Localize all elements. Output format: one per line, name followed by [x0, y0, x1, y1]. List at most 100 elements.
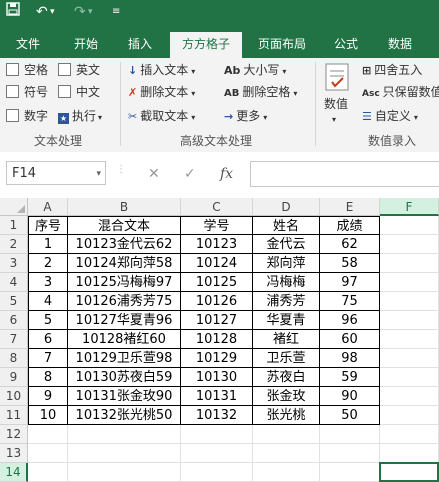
- row-header-8[interactable]: 8: [0, 349, 28, 368]
- insert-text-button[interactable]: ↓ 插入文本 ▾: [128, 62, 195, 80]
- cell-c11[interactable]: 10132: [181, 406, 253, 425]
- checkbox-number[interactable]: 数字: [6, 108, 48, 124]
- cell-b13[interactable]: [68, 444, 181, 463]
- cell-b14[interactable]: [68, 463, 181, 482]
- cell-f6[interactable]: [380, 311, 439, 330]
- tab-insert[interactable]: 插入: [120, 32, 160, 58]
- chevron-down-icon[interactable]: ▾: [96, 162, 101, 186]
- name-box[interactable]: F14 ▾: [6, 161, 106, 185]
- cell-b2[interactable]: 10123金代云62: [68, 235, 181, 254]
- cell-e10[interactable]: 90: [320, 387, 380, 406]
- column-header-e[interactable]: E: [320, 198, 380, 216]
- cell-e12[interactable]: [320, 425, 380, 444]
- column-header-a[interactable]: A: [28, 198, 68, 216]
- cell-b4[interactable]: 10125冯梅梅97: [68, 273, 181, 292]
- cancel-icon[interactable]: ✕: [148, 166, 160, 182]
- cell-c3[interactable]: 10124: [181, 254, 253, 273]
- cell-a6[interactable]: 5: [28, 311, 68, 330]
- cell-a7[interactable]: 6: [28, 330, 68, 349]
- row-header-3[interactable]: 3: [0, 254, 28, 273]
- undo-dropdown-icon[interactable]: ▾: [50, 2, 55, 22]
- table-header-cell[interactable]: 成绩: [320, 216, 380, 235]
- checkbox-symbol[interactable]: 符号: [6, 84, 48, 100]
- checkbox-chinese[interactable]: 中文: [58, 84, 100, 100]
- cell-e13[interactable]: [320, 444, 380, 463]
- cell-f5[interactable]: [380, 292, 439, 311]
- checkbox-space[interactable]: 空格: [6, 62, 48, 78]
- cell-e11[interactable]: 50: [320, 406, 380, 425]
- column-header-b[interactable]: B: [68, 198, 181, 216]
- column-header-c[interactable]: C: [181, 198, 253, 216]
- cell-a14[interactable]: [28, 463, 68, 482]
- cell-f7[interactable]: [380, 330, 439, 349]
- table-header-cell[interactable]: 姓名: [253, 216, 320, 235]
- cell-c14[interactable]: [181, 463, 253, 482]
- cell-b12[interactable]: [68, 425, 181, 444]
- save-icon[interactable]: [6, 2, 20, 22]
- cell-f13[interactable]: [380, 444, 439, 463]
- cell-c10[interactable]: 10131: [181, 387, 253, 406]
- cell-d6[interactable]: 华夏青: [253, 311, 320, 330]
- keep-values-button[interactable]: Asc 只保留数值: [362, 84, 439, 102]
- cell-f12[interactable]: [380, 425, 439, 444]
- extract-text-button[interactable]: ✂ 截取文本 ▾: [128, 108, 195, 126]
- tab-formulas[interactable]: 公式: [326, 32, 366, 58]
- confirm-icon[interactable]: ✓: [184, 166, 196, 182]
- row-header-2[interactable]: 2: [0, 235, 28, 254]
- column-header-d[interactable]: D: [253, 198, 320, 216]
- cell-f11[interactable]: [380, 406, 439, 425]
- cell-e8[interactable]: 98: [320, 349, 380, 368]
- row-header-10[interactable]: 10: [0, 387, 28, 406]
- cell-f1[interactable]: [380, 216, 439, 235]
- execute-button[interactable]: ★ 执行 ▾: [58, 108, 102, 126]
- cell-c2[interactable]: 10123: [181, 235, 253, 254]
- case-button[interactable]: Ab 大小写 ▾: [224, 62, 286, 80]
- row-header-4[interactable]: 4: [0, 273, 28, 292]
- tab-file[interactable]: 文件: [8, 32, 48, 58]
- tab-page-layout[interactable]: 页面布局: [252, 32, 312, 58]
- cell-a10[interactable]: 9: [28, 387, 68, 406]
- cell-d9[interactable]: 苏夜白: [253, 368, 320, 387]
- cell-d4[interactable]: 冯梅梅: [253, 273, 320, 292]
- custom-button[interactable]: ☰ 自定义 ▾: [362, 108, 418, 126]
- cell-d8[interactable]: 卫乐萱: [253, 349, 320, 368]
- cell-c12[interactable]: [181, 425, 253, 444]
- tab-fangfang[interactable]: 方方格子: [170, 32, 242, 58]
- row-header-5[interactable]: 5: [0, 292, 28, 311]
- round-button[interactable]: ⊞ 四舍五入: [362, 62, 422, 79]
- redo-icon[interactable]: ↷: [74, 2, 86, 22]
- cell-a9[interactable]: 8: [28, 368, 68, 387]
- cell-b9[interactable]: 10130苏夜白59: [68, 368, 181, 387]
- cell-b7[interactable]: 10128褚红60: [68, 330, 181, 349]
- cell-d7[interactable]: 褚红: [253, 330, 320, 349]
- cell-a11[interactable]: 10: [28, 406, 68, 425]
- more-button[interactable]: → 更多 ▾: [224, 108, 267, 126]
- cell-e2[interactable]: 62: [320, 235, 380, 254]
- checkbox-english[interactable]: 英文: [58, 62, 100, 78]
- fx-icon[interactable]: fx: [220, 166, 233, 182]
- column-header-f[interactable]: F: [380, 198, 439, 216]
- cell-c13[interactable]: [181, 444, 253, 463]
- cell-d2[interactable]: 金代云: [253, 235, 320, 254]
- delete-spaces-button[interactable]: AB 删除空格 ▾: [224, 84, 297, 102]
- cell-f9[interactable]: [380, 368, 439, 387]
- cell-f3[interactable]: [380, 254, 439, 273]
- row-header-12[interactable]: 12: [0, 425, 28, 444]
- cell-e4[interactable]: 97: [320, 273, 380, 292]
- cell-a2[interactable]: 1: [28, 235, 68, 254]
- cell-a12[interactable]: [28, 425, 68, 444]
- row-header-1[interactable]: 1: [0, 216, 28, 235]
- cell-d12[interactable]: [253, 425, 320, 444]
- cell-b5[interactable]: 10126浦秀芳75: [68, 292, 181, 311]
- cell-f2[interactable]: [380, 235, 439, 254]
- cell-b6[interactable]: 10127华夏青96: [68, 311, 181, 330]
- tab-data[interactable]: 数据: [380, 32, 420, 58]
- row-header-7[interactable]: 7: [0, 330, 28, 349]
- redo-dropdown-icon[interactable]: ▾: [88, 2, 93, 22]
- cell-f4[interactable]: [380, 273, 439, 292]
- cell-e5[interactable]: 75: [320, 292, 380, 311]
- formula-input[interactable]: [250, 161, 439, 187]
- cell-f8[interactable]: [380, 349, 439, 368]
- cell-d3[interactable]: 郑向萍: [253, 254, 320, 273]
- cell-f10[interactable]: [380, 387, 439, 406]
